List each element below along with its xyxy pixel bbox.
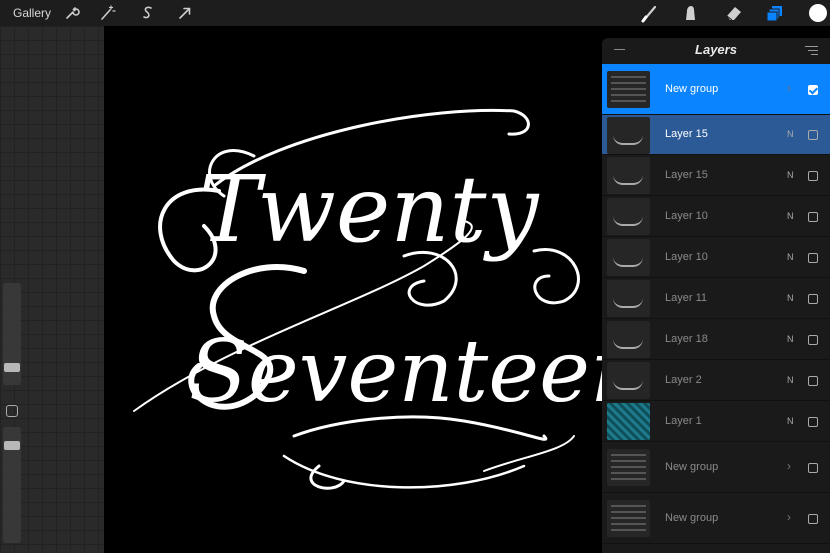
brush-size-slider[interactable]	[3, 283, 21, 385]
layer-row[interactable]: Layer 1 N	[602, 401, 830, 442]
layer-thumbnail	[607, 239, 650, 276]
visibility-checkbox[interactable]	[808, 85, 818, 95]
layers-icon[interactable]	[765, 3, 785, 23]
layer-thumbnail	[607, 198, 650, 235]
opacity-thumb[interactable]	[4, 441, 20, 450]
blend-mode-button[interactable]: N	[787, 334, 794, 344]
layer-thumbnail	[607, 321, 650, 358]
layer-thumbnail	[607, 280, 650, 317]
layer-name: Layer 15	[665, 169, 708, 181]
blend-mode-button[interactable]: N	[787, 211, 794, 221]
visibility-checkbox[interactable]	[808, 417, 818, 427]
layers-panel-title: Layers	[695, 42, 737, 57]
drawing-canvas[interactable]: Twenty Seventeen	[104, 26, 602, 553]
eraser-icon[interactable]	[724, 3, 744, 23]
artwork-line1: Twenty	[199, 156, 540, 263]
layer-name: Layer 10	[665, 210, 708, 222]
layer-row[interactable]: Layer 2 N	[602, 360, 830, 401]
layer-row[interactable]: Layer 11 N	[602, 278, 830, 319]
visibility-checkbox[interactable]	[808, 294, 818, 304]
visibility-checkbox[interactable]	[808, 335, 818, 345]
blend-mode-button[interactable]: N	[787, 416, 794, 426]
layer-group-row[interactable]: New group ›	[602, 442, 830, 493]
layer-name: New group	[665, 461, 719, 473]
layers-panel: Layers New group › Layer 15 N Layer 15 N Layer…	[602, 38, 830, 553]
top-toolbar: Gallery	[0, 0, 830, 26]
modify-button[interactable]	[6, 405, 18, 417]
layer-row[interactable]: Layer 15 N	[602, 155, 830, 196]
layer-row[interactable]: Layer 10 N	[602, 196, 830, 237]
transform-arrow-icon[interactable]	[175, 3, 195, 23]
layer-name: New group	[665, 512, 719, 524]
layer-name: Layer 18	[665, 333, 708, 345]
artwork-line2: Seventeen	[189, 322, 602, 422]
layer-thumbnail	[607, 71, 650, 108]
layer-thumbnail	[607, 449, 650, 486]
layer-name: Layer 2	[665, 374, 702, 386]
layer-thumbnail	[607, 117, 650, 154]
smudge-icon[interactable]	[680, 3, 700, 23]
layer-thumbnail	[607, 403, 650, 440]
layer-row[interactable]: Layer 10 N	[602, 237, 830, 278]
layer-thumbnail	[607, 157, 650, 194]
visibility-checkbox[interactable]	[808, 212, 818, 222]
layer-name: New group	[665, 83, 719, 95]
brush-icon[interactable]	[640, 3, 660, 23]
layer-name: Layer 1	[665, 415, 702, 427]
chevron-right-icon[interactable]: ›	[787, 459, 791, 473]
blend-mode-button[interactable]: N	[787, 170, 794, 180]
blend-mode-button[interactable]: N	[787, 375, 794, 385]
layer-thumbnail	[607, 500, 650, 537]
visibility-checkbox[interactable]	[808, 253, 818, 263]
blend-mode-button[interactable]: N	[787, 252, 794, 262]
calligraphy-artwork: Twenty Seventeen	[133, 108, 602, 490]
color-swatch[interactable]	[808, 3, 828, 23]
layer-name: Layer 11	[665, 292, 707, 304]
visibility-checkbox[interactable]	[808, 514, 818, 524]
brush-size-thumb[interactable]	[4, 363, 20, 372]
layer-row[interactable]: Layer 18 N	[602, 319, 830, 360]
wrench-icon[interactable]	[62, 3, 82, 23]
chevron-right-icon[interactable]: ›	[787, 510, 791, 524]
visibility-checkbox[interactable]	[808, 171, 818, 181]
opacity-slider[interactable]	[3, 427, 21, 543]
layer-group-row[interactable]: New group ›	[602, 64, 830, 115]
gallery-button[interactable]: Gallery	[13, 6, 51, 20]
layer-name: Layer 10	[665, 251, 708, 263]
chevron-right-icon[interactable]: ›	[787, 81, 791, 95]
menu-icon[interactable]	[805, 46, 818, 56]
magic-wand-icon[interactable]	[97, 3, 117, 23]
visibility-checkbox[interactable]	[808, 376, 818, 386]
visibility-checkbox[interactable]	[808, 130, 818, 140]
blend-mode-button[interactable]: N	[787, 293, 794, 303]
layer-group-row[interactable]: New group ›	[602, 493, 830, 544]
layer-thumbnail	[607, 362, 650, 399]
selection-s-icon[interactable]	[138, 3, 158, 23]
layers-panel-header: Layers	[602, 38, 830, 64]
layer-name: Layer 15	[665, 128, 708, 140]
blend-mode-button[interactable]: N	[787, 129, 794, 139]
visibility-checkbox[interactable]	[808, 463, 818, 473]
layer-row[interactable]: Layer 15 N	[602, 115, 830, 155]
